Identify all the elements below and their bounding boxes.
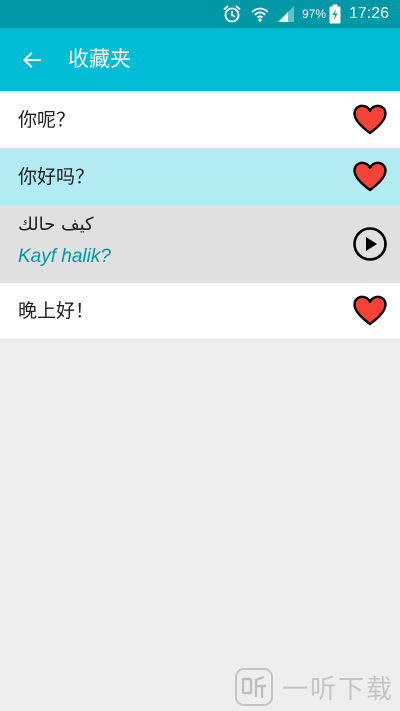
phrase-translation: كيف حالك — [18, 214, 94, 235]
list-item[interactable]: 晚上好！ — [0, 283, 400, 340]
alarm-icon — [222, 0, 242, 28]
logo-icon — [234, 668, 273, 706]
page-title: 收藏夹 — [68, 47, 131, 71]
signal-icon — [276, 0, 296, 28]
unfavorite-button[interactable] — [352, 102, 388, 138]
unfavorite-button[interactable] — [352, 293, 388, 329]
heart-icon — [353, 161, 387, 192]
list-item[interactable]: 你呢？ — [0, 92, 400, 149]
watermark-text: 一听下载 — [281, 674, 394, 705]
unfavorite-button[interactable] — [352, 159, 388, 195]
list-item[interactable]: كيف حالك Kayf halik? — [0, 206, 400, 283]
phrase-text: 你好吗？ — [18, 166, 95, 188]
heart-icon — [353, 104, 387, 135]
play-audio-button[interactable] — [352, 226, 388, 262]
phrase-text: 你呢？ — [18, 109, 76, 131]
play-circle-icon — [353, 227, 387, 261]
status-bar: 97% 17:26 — [0, 0, 400, 28]
status-time: 17:26 — [349, 5, 390, 22]
app-bar: 收藏夹 — [0, 28, 400, 91]
phrase-text: 晚上好！ — [18, 300, 95, 322]
watermark: 一听下载 — [234, 667, 394, 707]
favorites-list: 你呢？ 你好吗？ كيف حالك Kayf halik? 晚上好！ — [0, 92, 400, 340]
list-item[interactable]: 你好吗？ — [0, 149, 400, 206]
phrase-romanization: Kayf halik? — [18, 246, 111, 267]
back-button[interactable] — [12, 40, 52, 80]
battery-percent: 97% — [302, 7, 327, 21]
heart-icon — [353, 295, 387, 326]
wifi-icon — [250, 0, 270, 28]
battery-charging-icon — [329, 0, 341, 28]
arrow-left-icon — [23, 52, 41, 68]
